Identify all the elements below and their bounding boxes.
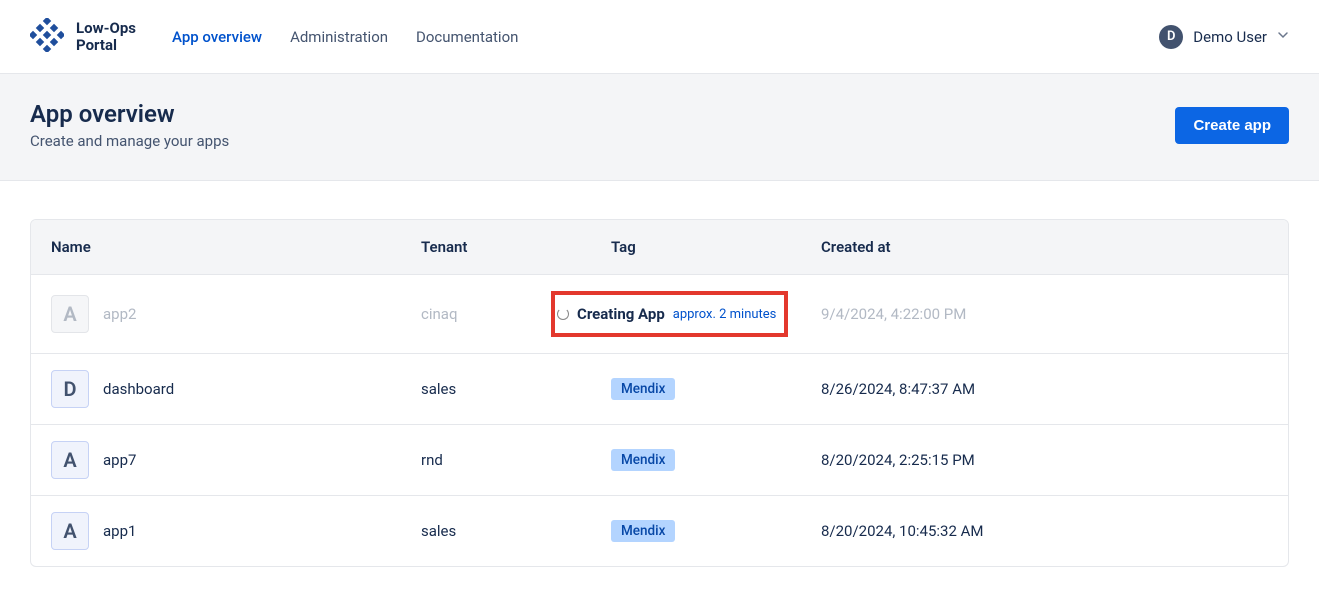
- topbar: Low-Ops Portal App overview Administrati…: [0, 0, 1319, 74]
- col-header-created: Created at: [821, 238, 1268, 256]
- app-icon: A: [51, 441, 89, 479]
- chevron-down-icon: [1277, 29, 1289, 45]
- status-eta: approx. 2 minutes: [673, 307, 777, 322]
- user-menu[interactable]: D Demo User: [1159, 25, 1289, 49]
- table-header: Name Tenant Tag Created at: [31, 220, 1288, 274]
- nav-app-overview[interactable]: App overview: [172, 28, 262, 46]
- tag-cell: Creating App approx. 2 minutes: [611, 291, 821, 337]
- app-name: dashboard: [103, 380, 174, 398]
- page-header: App overview Create and manage your apps…: [0, 74, 1319, 181]
- col-header-name: Name: [51, 238, 421, 256]
- col-header-tenant: Tenant: [421, 238, 611, 256]
- app-icon: D: [51, 370, 89, 408]
- tag-badge: Mendix: [611, 449, 675, 471]
- spinner-icon: [557, 308, 569, 320]
- tag-cell: Mendix: [611, 520, 821, 542]
- page-subtitle: Create and manage your apps: [30, 132, 229, 150]
- app-name: app1: [103, 522, 136, 540]
- created-cell: 8/20/2024, 2:25:15 PM: [821, 451, 1268, 469]
- table-row[interactable]: D dashboard sales Mendix 8/26/2024, 8:47…: [31, 353, 1288, 424]
- page-title: App overview: [30, 100, 229, 128]
- brand-logo-icon: [30, 18, 64, 56]
- nav-documentation[interactable]: Documentation: [416, 28, 518, 46]
- table-row[interactable]: A app7 rnd Mendix 8/20/2024, 2:25:15 PM: [31, 424, 1288, 495]
- tag-cell: Mendix: [611, 378, 821, 400]
- created-cell: 8/26/2024, 8:47:37 AM: [821, 380, 1268, 398]
- tenant-cell: sales: [421, 522, 611, 540]
- app-icon: A: [51, 512, 89, 550]
- nav-administration[interactable]: Administration: [290, 28, 388, 46]
- avatar: D: [1159, 25, 1183, 49]
- tag-badge: Mendix: [611, 520, 675, 542]
- status-label: Creating App: [577, 305, 665, 323]
- app-name: app7: [103, 451, 136, 469]
- create-app-button[interactable]: Create app: [1175, 107, 1289, 144]
- creating-app-status: Creating App approx. 2 minutes: [551, 291, 788, 337]
- app-icon: A: [51, 295, 89, 333]
- apps-table: Name Tenant Tag Created at A app2 cinaq …: [30, 219, 1289, 567]
- table-row[interactable]: A app2 cinaq Creating App approx. 2 minu…: [31, 274, 1288, 353]
- table-row[interactable]: A app1 sales Mendix 8/20/2024, 10:45:32 …: [31, 495, 1288, 566]
- main-nav: App overview Administration Documentatio…: [172, 28, 518, 46]
- apps-table-wrap: Name Tenant Tag Created at A app2 cinaq …: [0, 181, 1319, 567]
- tag-cell: Mendix: [611, 449, 821, 471]
- tenant-cell: sales: [421, 380, 611, 398]
- tag-badge: Mendix: [611, 378, 675, 400]
- user-name: Demo User: [1193, 28, 1267, 46]
- brand-name: Low-Ops Portal: [76, 20, 136, 53]
- col-header-tag: Tag: [611, 238, 821, 256]
- tenant-cell: rnd: [421, 451, 611, 469]
- created-cell: 8/20/2024, 10:45:32 AM: [821, 522, 1268, 540]
- app-name: app2: [103, 305, 136, 323]
- created-cell: 9/4/2024, 4:22:00 PM: [821, 305, 1268, 323]
- brand[interactable]: Low-Ops Portal: [30, 18, 136, 56]
